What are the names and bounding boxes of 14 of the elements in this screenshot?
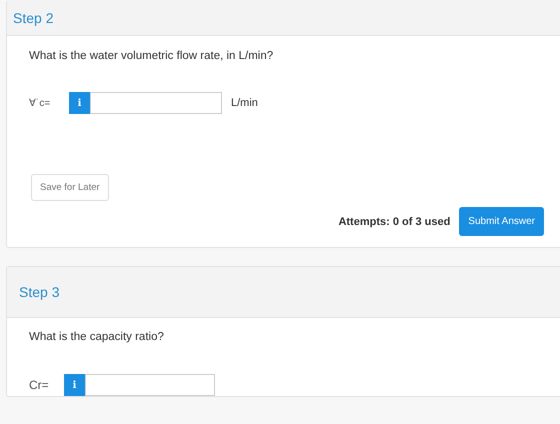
step-title: Step 3: [19, 284, 60, 300]
step-title: Step 2: [13, 10, 54, 26]
answer-field[interactable]: [90, 92, 222, 114]
variable-label: ∀˙c=: [29, 97, 52, 109]
variable-label: Cr=: [29, 378, 50, 392]
question-text: What is the water volumetric flow rate, in L/min?: [29, 50, 274, 62]
submit-answer-button[interactable]: Submit Answer: [459, 207, 544, 236]
info-button[interactable]: i: [69, 92, 90, 114]
info-button[interactable]: i: [64, 374, 85, 396]
question-text: What is the capacity ratio?: [29, 331, 165, 343]
unit-label: L/min: [231, 97, 258, 109]
answer-field[interactable]: [85, 374, 215, 396]
attempts-text: Attempts: 0 of 3 used: [338, 216, 450, 228]
save-for-later-button[interactable]: Save for Later: [31, 174, 109, 201]
